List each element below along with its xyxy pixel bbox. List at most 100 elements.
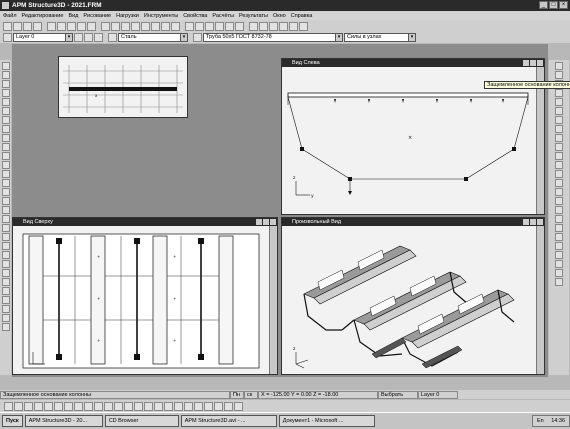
- menu-help[interactable]: Справка: [291, 13, 313, 19]
- temperature-load-icon[interactable]: [1, 152, 10, 160]
- spring-tool-icon[interactable]: [1, 296, 10, 304]
- show-loads-icon[interactable]: [555, 161, 563, 169]
- ortho-icon[interactable]: [94, 401, 103, 411]
- left-view-titlebar[interactable]: Вид Слева: [282, 59, 544, 67]
- extrude-tool-icon[interactable]: [1, 260, 10, 268]
- view-top-icon[interactable]: [555, 98, 563, 106]
- show-supports-icon[interactable]: [555, 170, 563, 178]
- minimize-button[interactable]: _: [539, 1, 548, 9]
- layer-lock-icon[interactable]: [94, 33, 103, 42]
- view-back-icon[interactable]: [555, 71, 563, 79]
- view-right-icon[interactable]: [555, 89, 563, 97]
- deselect-icon[interactable]: [224, 401, 233, 411]
- menu-view[interactable]: Вид: [68, 13, 78, 19]
- cube-view-8-icon[interactable]: [555, 269, 563, 277]
- bolt-tool-icon[interactable]: [1, 287, 10, 295]
- close-icon[interactable]: [537, 60, 543, 66]
- menu-calculations[interactable]: Расчёты: [212, 13, 234, 19]
- measure-tool-icon[interactable]: [1, 224, 10, 232]
- small-view-canvas[interactable]: x: [59, 57, 187, 117]
- weld-tool-icon[interactable]: [1, 278, 10, 286]
- show-nodes-icon[interactable]: [555, 152, 563, 160]
- mesh-tool-icon[interactable]: [1, 269, 10, 277]
- shaded-icon[interactable]: [555, 134, 563, 142]
- close-button[interactable]: ×: [559, 1, 568, 9]
- dyn-input-icon[interactable]: [124, 401, 133, 411]
- menu-window[interactable]: Окно: [273, 13, 286, 19]
- circle-tool-icon[interactable]: [1, 170, 10, 178]
- snap-node-icon[interactable]: [4, 401, 13, 411]
- free-view-window[interactable]: Произвольный Вид z: [281, 217, 545, 375]
- section-combo[interactable]: Труба 50х5 ГОСТ 8732-78 ▾: [203, 33, 343, 42]
- rectangle-tool-icon[interactable]: [1, 179, 10, 187]
- left-view-scrollbar[interactable]: [536, 67, 544, 214]
- zoom-window-icon[interactable]: [205, 21, 214, 31]
- layer-icon[interactable]: [3, 33, 12, 42]
- object-track-icon[interactable]: [114, 401, 123, 411]
- cube-view-5-icon[interactable]: [555, 242, 563, 250]
- distributed-load-icon[interactable]: [1, 143, 10, 151]
- rod-tool-icon[interactable]: [1, 80, 10, 88]
- plate-tool-icon[interactable]: [1, 98, 10, 106]
- minimize-icon[interactable]: [256, 219, 262, 225]
- material-icon[interactable]: [108, 33, 117, 42]
- close-icon[interactable]: [537, 219, 543, 225]
- cube-view-4-icon[interactable]: [555, 233, 563, 241]
- force-tool-icon[interactable]: [1, 125, 10, 133]
- open-file-icon[interactable]: [13, 21, 22, 31]
- undo-icon[interactable]: [77, 21, 86, 31]
- language-indicator[interactable]: En: [537, 418, 544, 424]
- erase-tool-icon[interactable]: [1, 215, 10, 223]
- copy-object-icon[interactable]: [171, 21, 180, 31]
- snap-center-icon[interactable]: [44, 401, 53, 411]
- grid-icon[interactable]: [131, 21, 140, 31]
- cube-view-7-icon[interactable]: [555, 260, 563, 268]
- menu-file[interactable]: Файл: [3, 13, 17, 19]
- section-cut-icon[interactable]: [1, 233, 10, 241]
- snap-tangent-icon[interactable]: [64, 401, 73, 411]
- filter-icon[interactable]: [164, 401, 173, 411]
- free-view-canvas[interactable]: z: [282, 226, 536, 374]
- menu-tools[interactable]: Инструменты: [144, 13, 178, 19]
- model-space-icon[interactable]: [144, 401, 153, 411]
- top-view-titlebar[interactable]: Вид Сверху: [13, 218, 277, 226]
- moment-tool-icon[interactable]: [1, 134, 10, 142]
- cube-view-1-icon[interactable]: [555, 206, 563, 214]
- deformation-icon[interactable]: [279, 21, 288, 31]
- task-apm-avi[interactable]: APM Structure3D.avi - ...: [180, 415, 277, 427]
- view-bottom-icon[interactable]: [555, 107, 563, 115]
- cube-view-9-icon[interactable]: [555, 278, 563, 286]
- menu-draw[interactable]: Рисование: [83, 13, 111, 19]
- copy-icon[interactable]: [57, 21, 66, 31]
- maximize-icon[interactable]: [530, 219, 536, 225]
- material-combo[interactable]: Сталь ▾: [118, 33, 188, 42]
- move-icon[interactable]: [141, 21, 150, 31]
- show-sections-icon[interactable]: [555, 197, 563, 205]
- mirror-icon[interactable]: [161, 21, 170, 31]
- snap-perp-icon[interactable]: [54, 401, 63, 411]
- cube-view-6-icon[interactable]: [555, 251, 563, 259]
- arc-tool-icon[interactable]: [1, 161, 10, 169]
- pan-icon[interactable]: [225, 21, 234, 31]
- layer-manager-icon[interactable]: [74, 33, 83, 42]
- redo-icon[interactable]: [87, 21, 96, 31]
- section-icon[interactable]: [193, 33, 202, 42]
- left-view-canvas[interactable]: × z y: [282, 67, 536, 214]
- snap-grid-icon[interactable]: [14, 401, 23, 411]
- task-cd-browser[interactable]: CD Browser: [104, 415, 179, 427]
- select-icon[interactable]: [1, 62, 10, 70]
- color-icon[interactable]: [194, 401, 203, 411]
- top-view-scrollbar[interactable]: [269, 226, 277, 374]
- report-tool-icon[interactable]: [1, 323, 10, 331]
- node-icon[interactable]: [101, 21, 110, 31]
- cube-view-3-icon[interactable]: [555, 224, 563, 232]
- hinge-tool-icon[interactable]: [1, 116, 10, 124]
- print-icon[interactable]: [33, 21, 42, 31]
- maximize-icon[interactable]: [263, 219, 269, 225]
- minimize-icon[interactable]: [523, 60, 529, 66]
- join-tool-icon[interactable]: [1, 206, 10, 214]
- view-front-icon[interactable]: [555, 62, 563, 70]
- menu-edit[interactable]: Редактирование: [22, 13, 64, 19]
- results-icon[interactable]: [259, 21, 268, 31]
- task-apm-structure[interactable]: APM Structure3D - 20...: [24, 415, 103, 427]
